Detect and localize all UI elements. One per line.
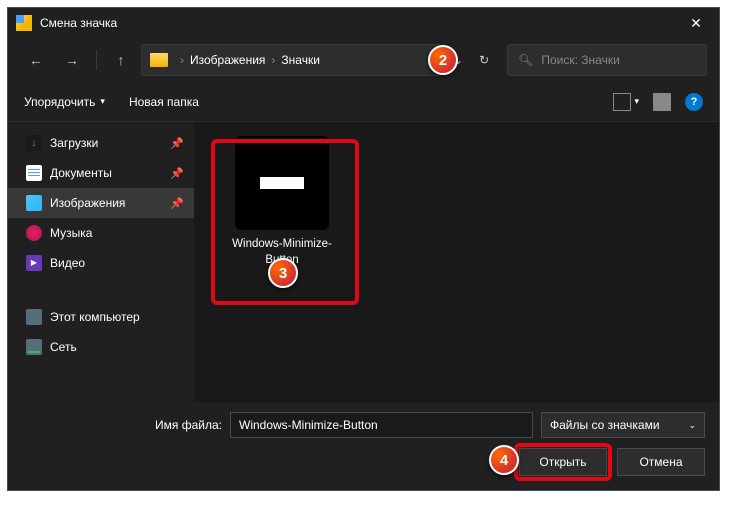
crumb-icons[interactable]: Значки	[281, 53, 320, 67]
document-icon	[26, 165, 42, 181]
help-button[interactable]: ?	[685, 93, 703, 111]
pin-icon: 📌	[170, 167, 184, 180]
pin-icon: 📌	[170, 197, 184, 210]
window-title: Смена значка	[40, 16, 117, 30]
organize-button[interactable]: Упорядочить ▾	[24, 95, 105, 109]
video-icon	[26, 255, 42, 271]
arrow-left-icon: ←	[29, 52, 43, 68]
file-dialog-window: Смена значка ✕ ← → ↑ › Изображения › Зна…	[7, 7, 720, 491]
file-item[interactable]: Windows-Minimize-Button	[222, 136, 342, 268]
refresh-area: ⌄ ↻	[453, 53, 489, 67]
file-thumbnail	[235, 136, 329, 230]
annotation-marker-4: 4	[489, 445, 519, 475]
filetype-filter[interactable]: Файлы со значками ⌄	[541, 412, 705, 438]
minimize-icon	[260, 177, 304, 189]
image-icon	[26, 195, 42, 211]
breadcrumb[interactable]: › Изображения › Значки 2	[141, 44, 441, 76]
file-list[interactable]: Windows-Minimize-Button 3	[194, 122, 719, 402]
filename-label: Имя файла:	[22, 418, 222, 432]
navigation-bar: ← → ↑ › Изображения › Значки 2 ⌄ ↻ 🔍︎ По…	[8, 38, 719, 82]
pc-icon	[26, 309, 42, 325]
sidebar-item-documents[interactable]: Документы📌	[8, 158, 194, 188]
crumb-images[interactable]: Изображения	[190, 53, 265, 67]
arrow-right-icon: →	[65, 52, 79, 68]
annotation-marker-2: 2	[428, 45, 458, 75]
annotation-marker-3: 3	[268, 258, 298, 288]
up-button[interactable]: ↑	[105, 44, 137, 76]
network-icon	[26, 339, 42, 355]
chevron-down-icon: ▾	[634, 96, 639, 107]
folder-icon	[150, 53, 168, 67]
search-placeholder: Поиск: Значки	[541, 53, 619, 67]
nav-separator	[96, 50, 97, 70]
view-grid-icon	[613, 93, 631, 111]
dialog-body: Загрузки📌 Документы📌 Изображения📌 Музыка…	[8, 122, 719, 402]
pin-icon: 📌	[170, 137, 184, 150]
sidebar-item-images[interactable]: Изображения📌	[8, 188, 194, 218]
sidebar-item-thispc[interactable]: Этот компьютер	[8, 302, 194, 332]
chevron-down-icon: ⌄	[688, 420, 696, 431]
close-button[interactable]: ✕	[673, 8, 719, 38]
app-icon	[16, 15, 32, 31]
sidebar: Загрузки📌 Документы📌 Изображения📌 Музыка…	[8, 122, 194, 402]
arrow-up-icon: ↑	[118, 52, 125, 68]
music-icon	[26, 225, 42, 241]
chevron-right-icon: ›	[271, 53, 275, 67]
search-input[interactable]: 🔍︎ Поиск: Значки	[507, 44, 707, 76]
close-icon: ✕	[690, 15, 702, 32]
toolbar: Упорядочить ▾ Новая папка ▾ ?	[8, 82, 719, 122]
forward-button[interactable]: →	[56, 44, 88, 76]
cancel-button[interactable]: Отмена	[617, 448, 705, 476]
sidebar-item-network[interactable]: Сеть	[8, 332, 194, 362]
open-button[interactable]: Открыть	[519, 448, 607, 476]
sidebar-item-video[interactable]: Видео	[8, 248, 194, 278]
refresh-button[interactable]: ↻	[479, 53, 489, 67]
preview-pane-button[interactable]	[653, 93, 671, 111]
dialog-footer: Имя файла: Файлы со значками ⌄ 4 Открыть…	[8, 402, 719, 490]
sidebar-item-downloads[interactable]: Загрузки📌	[8, 128, 194, 158]
sidebar-item-music[interactable]: Музыка	[8, 218, 194, 248]
new-folder-button[interactable]: Новая папка	[129, 95, 199, 109]
search-icon: 🔍︎	[518, 53, 533, 67]
titlebar: Смена значка ✕	[8, 8, 719, 38]
download-icon	[26, 135, 42, 151]
back-button[interactable]: ←	[20, 44, 52, 76]
chevron-down-icon: ▾	[100, 96, 105, 107]
filename-input[interactable]	[230, 412, 533, 438]
view-mode-button[interactable]: ▾	[613, 93, 639, 111]
chevron-right-icon: ›	[180, 53, 184, 67]
help-icon: ?	[691, 96, 698, 108]
